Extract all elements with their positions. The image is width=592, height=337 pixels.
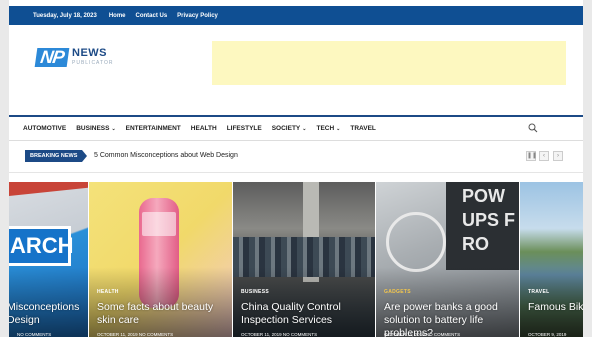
nav-divider: [9, 140, 583, 141]
chevron-left-icon[interactable]: ‹: [539, 151, 549, 161]
nav-label: LIFESTYLE: [226, 124, 262, 132]
slide-meta: OCTOBER 11, 2019 NO COMMENTS: [384, 332, 461, 337]
category-badge[interactable]: BUSINESS: [241, 289, 269, 295]
slide-title-text: Misconceptions Design: [9, 301, 80, 326]
nav-label: BUSINESS: [76, 124, 110, 132]
breaking-news-headline[interactable]: 5 Common Misconceptions about Web Design: [94, 151, 238, 161]
slide-image-art: ARCH: [9, 226, 74, 266]
slide-card[interactable]: TRAVEL Famous Bik OCTOBER 9, 2019: [520, 182, 583, 337]
nav-item-lifestyle[interactable]: LIFESTYLE: [227, 125, 262, 132]
nav-item-entertainment[interactable]: ENTERTAINMENT: [126, 125, 181, 132]
nav-label: HEALTH: [190, 124, 217, 132]
nav-label: TECH: [316, 124, 335, 132]
pause-icon[interactable]: ❚❚: [526, 151, 537, 161]
nav-label: SOCIETY: [271, 124, 301, 132]
logo-title: NEWS: [72, 47, 107, 59]
home-link[interactable]: Home: [109, 13, 126, 19]
chevron-down-icon: ⌄: [302, 125, 307, 132]
category-badge[interactable]: TRAVEL: [528, 289, 549, 295]
nav-label: ENTERTAINMENT: [125, 124, 181, 132]
privacy-policy-link[interactable]: Privacy Policy: [177, 13, 218, 19]
chevron-down-icon: ⌄: [336, 125, 341, 132]
slide-meta: OCTOBER 9, 2019: [528, 332, 567, 337]
nav-item-business[interactable]: BUSINESS ⌄: [76, 125, 115, 132]
page: Tuesday, July 18, 2023 Home Contact Us P…: [9, 0, 583, 337]
nav-item-automotive[interactable]: AUTOMOTIVE: [23, 125, 66, 132]
header-ad-banner[interactable]: [212, 41, 566, 85]
slide-meta: OCTOBER 11, 2019 NO COMMENTS: [241, 332, 318, 337]
logo-mark: NP: [34, 47, 70, 67]
top-bar: Tuesday, July 18, 2023 Home Contact Us P…: [9, 6, 583, 25]
breaking-divider: [9, 172, 583, 173]
slide-card[interactable]: HEALTH Some facts about beauty skin care…: [89, 182, 232, 337]
contact-us-link[interactable]: Contact Us: [136, 13, 168, 19]
slide-title[interactable]: Some facts about beauty skin care: [97, 301, 227, 327]
image-text: ARCH: [10, 233, 74, 258]
nav-label: AUTOMOTIVE: [23, 124, 67, 132]
category-badge[interactable]: GADGETS: [384, 289, 411, 295]
slide-image-art: POW UPS F RO: [462, 186, 516, 254]
slide-card[interactable]: POW UPS F RO GADGETS Are power banks a g…: [376, 182, 519, 337]
nav-item-society[interactable]: SOCIETY ⌄: [272, 125, 307, 132]
current-date: Tuesday, July 18, 2023: [33, 12, 97, 19]
chevron-down-icon: ⌄: [111, 125, 116, 132]
slide-title[interactable]: Misconceptions Design: [9, 301, 79, 327]
chevron-right-icon[interactable]: ›: [553, 151, 563, 161]
main-nav: AUTOMOTIVE BUSINESS ⌄ ENTERTAINMENT HEALT…: [23, 118, 386, 138]
header-divider: [9, 115, 583, 117]
breaking-news-label: BREAKING NEWS: [25, 150, 88, 162]
nav-item-travel[interactable]: TRAVEL: [350, 125, 376, 132]
bottle-label: [142, 212, 176, 236]
featured-slider: ARCH Misconceptions Design NO COMMENTS H…: [9, 182, 583, 337]
cable-coil: [386, 212, 446, 272]
nav-label: TRAVEL: [350, 124, 376, 132]
slide-card[interactable]: ARCH Misconceptions Design NO COMMENTS: [9, 182, 88, 337]
slide-meta: OCTOBER 11, 2019 NO COMMENTS: [97, 332, 174, 337]
nav-item-tech[interactable]: TECH ⌄: [316, 125, 340, 132]
slide-meta: NO COMMENTS: [17, 332, 52, 337]
logo-subtitle: PUBLICATOR: [72, 60, 114, 66]
search-icon[interactable]: [528, 123, 538, 133]
slide-title[interactable]: China Quality Control Inspection Service…: [241, 301, 371, 327]
nav-item-health[interactable]: HEALTH: [191, 125, 217, 132]
slide-card[interactable]: BUSINESS China Quality Control Inspectio…: [233, 182, 375, 337]
category-badge[interactable]: HEALTH: [97, 289, 119, 295]
site-logo[interactable]: NP NEWS PUBLICATOR: [34, 47, 126, 69]
slide-title[interactable]: Famous Bik: [528, 301, 583, 314]
